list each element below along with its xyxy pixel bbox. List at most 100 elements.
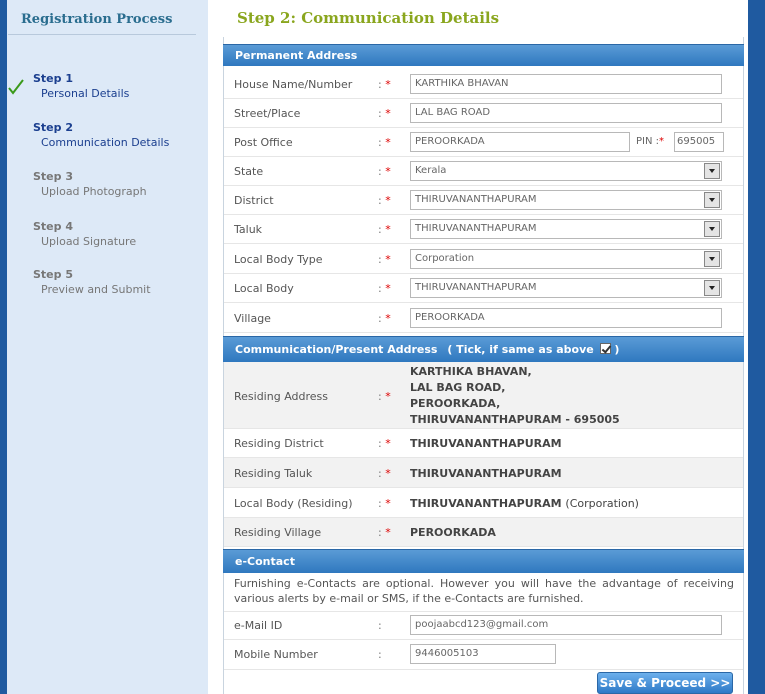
street-label: Street/Place	[234, 107, 301, 120]
address-line: KARTHIKA BHAVAN,	[410, 365, 532, 378]
taluk-selected: THIRUVANANTHAPURAM	[415, 223, 537, 234]
state-row: State : * Kerala	[224, 157, 743, 186]
residing-district-value: THIRUVANANTHAPURAM	[410, 437, 562, 450]
residing-village-label: Residing Village	[234, 526, 322, 539]
village-input[interactable]: PEROORKADA	[410, 308, 722, 328]
district-label: District	[234, 194, 274, 207]
local-body-select[interactable]: THIRUVANANTHAPURAM	[410, 278, 722, 298]
check-icon	[8, 79, 24, 95]
residing-address-label: Residing Address	[234, 390, 328, 403]
chevron-down-icon[interactable]	[704, 192, 720, 208]
email-input[interactable]: poojaabcd123@gmail.com	[410, 615, 722, 635]
section-title: Permanent Address	[235, 49, 358, 62]
chevron-down-icon[interactable]	[704, 280, 720, 296]
email-row: e-Mail ID : poojaabcd123@gmail.com	[224, 611, 743, 640]
street-input[interactable]: LAL BAG ROAD	[410, 103, 722, 123]
step-number: Step 1	[33, 72, 73, 85]
residing-local-body-value: THIRUVANANTHAPURAM (Corporation)	[410, 497, 639, 510]
address-line: PEROORKADA,	[410, 397, 501, 410]
mobile-row: Mobile Number : 9446005103	[224, 640, 743, 670]
local-body-row: Local Body : * THIRUVANANTHAPURAM	[224, 274, 743, 303]
e-contact-notice: Furnishing e-Contacts are optional. Howe…	[234, 577, 734, 605]
taluk-row: Taluk : * THIRUVANANTHAPURAM	[224, 215, 743, 244]
residing-taluk-row: Residing Taluk : * THIRUVANANTHAPURAM	[224, 458, 743, 488]
district-row: District : * THIRUVANANTHAPURAM	[224, 186, 743, 215]
post-office-input[interactable]: PEROORKADA	[410, 132, 630, 152]
same-as-above-checkbox[interactable]	[599, 343, 611, 354]
step-label: Preview and Submit	[41, 283, 151, 296]
field-separator: :	[378, 619, 382, 632]
local-body-type-select[interactable]: Corporation	[410, 249, 722, 269]
field-separator: : *	[378, 282, 391, 295]
district-selected: THIRUVANANTHAPURAM	[415, 194, 537, 205]
present-address-header: Communication/Present Address ( Tick, if…	[223, 336, 744, 362]
residing-local-body-label: Local Body (Residing)	[234, 497, 353, 510]
sidebar-step-4[interactable]: Step 4 Upload Signature	[33, 220, 136, 249]
email-label: e-Mail ID	[234, 619, 283, 632]
sidebar	[7, 0, 208, 694]
field-separator: : *	[378, 497, 391, 510]
mobile-input[interactable]: 9446005103	[410, 644, 556, 664]
house-input[interactable]: KARTHIKA BHAVAN	[410, 74, 722, 94]
residing-taluk-label: Residing Taluk	[234, 467, 313, 480]
step-label: Upload Photograph	[41, 185, 147, 198]
post-office-row: Post Office : * PEROORKADA PIN :* 695005	[224, 128, 743, 157]
field-separator: : *	[378, 136, 391, 149]
sidebar-step-3[interactable]: Step 3 Upload Photograph	[33, 170, 147, 199]
field-separator: : *	[378, 437, 391, 450]
address-line: LAL BAG ROAD,	[410, 381, 506, 394]
taluk-select[interactable]: THIRUVANANTHAPURAM	[410, 219, 722, 239]
residing-taluk-value: THIRUVANANTHAPURAM	[410, 467, 562, 480]
residing-local-body-row: Local Body (Residing) : * THIRUVANANTHAP…	[224, 488, 743, 518]
step-label: Communication Details	[41, 136, 170, 149]
post-office-label: Post Office	[234, 136, 293, 149]
taluk-label: Taluk	[234, 223, 263, 236]
left-border	[0, 0, 7, 694]
step-number: Step 3	[33, 170, 73, 183]
step-number: Step 5	[33, 268, 73, 281]
sidebar-step-5[interactable]: Step 5 Preview and Submit	[33, 268, 151, 297]
field-separator: :	[378, 648, 382, 661]
field-separator: : *	[378, 223, 391, 236]
right-border	[748, 0, 765, 694]
chevron-down-icon[interactable]	[704, 221, 720, 237]
residing-address-row: Residing Address : * KARTHIKA BHAVAN, LA…	[224, 362, 743, 429]
field-separator: : *	[378, 526, 391, 539]
sidebar-title: Registration Process	[21, 12, 173, 27]
field-separator: : *	[378, 467, 391, 480]
field-separator: : *	[378, 253, 391, 266]
chevron-down-icon[interactable]	[704, 163, 720, 179]
section-title: e-Contact	[235, 555, 295, 568]
residing-village-value: PEROORKADA	[410, 526, 496, 539]
chevron-down-icon[interactable]	[704, 251, 720, 267]
village-label: Village	[234, 312, 271, 325]
section-title: Communication/Present Address	[235, 343, 438, 356]
page-title: Step 2: Communication Details	[237, 9, 500, 27]
field-separator: : *	[378, 165, 391, 178]
state-select[interactable]: Kerala	[410, 161, 722, 181]
pin-input[interactable]: 695005	[674, 132, 724, 152]
sidebar-step-1[interactable]: Step 1 Personal Details	[33, 72, 129, 101]
local-body-type-label: Local Body Type	[234, 253, 323, 266]
sidebar-step-2[interactable]: Step 2 Communication Details	[33, 121, 169, 150]
field-separator: : *	[378, 312, 391, 325]
state-label: State	[234, 165, 264, 178]
local-body-type-selected: Corporation	[415, 253, 475, 264]
same-as-above-label: ( Tick, if same as above	[447, 343, 594, 356]
step-label: Personal Details	[41, 87, 130, 100]
pin-label: PIN :*	[636, 136, 665, 147]
step-number: Step 2	[33, 121, 73, 134]
district-select[interactable]: THIRUVANANTHAPURAM	[410, 190, 722, 210]
field-separator: : *	[378, 390, 391, 403]
house-label: House Name/Number	[234, 78, 353, 91]
street-row: Street/Place : * LAL BAG ROAD	[224, 99, 743, 128]
residing-address-value: KARTHIKA BHAVAN, LAL BAG ROAD, PEROORKAD…	[410, 364, 620, 428]
state-selected: Kerala	[415, 165, 447, 176]
field-separator: : *	[378, 107, 391, 120]
sidebar-divider	[8, 34, 196, 35]
save-proceed-button[interactable]: Save & Proceed >>	[597, 672, 733, 694]
address-line: THIRUVANANTHAPURAM - 695005	[410, 413, 620, 426]
step-number: Step 4	[33, 220, 73, 233]
same-as-above-close: )	[614, 343, 620, 356]
local-body-type-row: Local Body Type : * Corporation	[224, 244, 743, 274]
